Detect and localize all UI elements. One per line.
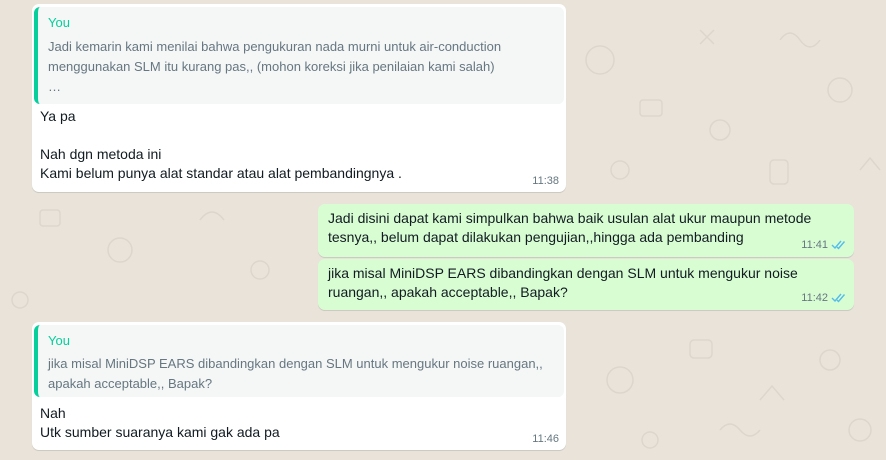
message-text-line: jika misal MiniDSP EARS dibandingkan den… <box>328 265 798 281</box>
message-bubble-incoming[interactable]: You Jadi kemarin kami menilai bahwa peng… <box>32 4 566 192</box>
quote-text-line: jika misal MiniDSP EARS dibandingkan den… <box>48 356 543 371</box>
message-bubble-outgoing[interactable]: jika misal MiniDSP EARS dibandingkan den… <box>318 259 854 310</box>
quote-text-line: menggunakan SLM itu kurang pas,, (mohon … <box>48 59 495 74</box>
quote-author: You <box>48 15 70 30</box>
message-text-line: ruangan,, apakah acceptable,, Bapak? <box>328 284 568 300</box>
message-text-line: Nah dgn metoda ini <box>40 146 162 162</box>
message-text-line: tesnya,, belum dapat dilakukan pengujian… <box>328 229 744 245</box>
message-text-line: Utk sumber suaranya kami gak ada pa <box>40 424 280 440</box>
message-timestamp: 11:38 <box>532 175 559 187</box>
message-text-line: Nah <box>40 405 66 421</box>
message-text-line: Ya pa <box>40 108 76 124</box>
double-check-icon <box>831 293 846 303</box>
quote-author: You <box>48 333 70 348</box>
quote-text-line: … <box>48 79 61 94</box>
message-bubble-outgoing[interactable]: Jadi disini dapat kami simpulkan bahwa b… <box>318 204 854 257</box>
quote-text-line: Jadi kemarin kami menilai bahwa pengukur… <box>48 39 502 54</box>
message-text-line: Jadi disini dapat kami simpulkan bahwa b… <box>328 210 812 226</box>
double-check-icon <box>831 240 846 250</box>
message-text-line: Kami belum punya alat standar atau alat … <box>40 165 402 181</box>
message-timestamp: 11:41 <box>801 239 828 251</box>
quoted-message[interactable]: You jika misal MiniDSP EARS dibandingkan… <box>34 325 564 397</box>
message-timestamp: 11:42 <box>801 292 828 304</box>
message-bubble-incoming[interactable]: You jika misal MiniDSP EARS dibandingkan… <box>32 322 566 450</box>
message-timestamp: 11:46 <box>532 433 559 445</box>
quoted-message[interactable]: You Jadi kemarin kami menilai bahwa peng… <box>34 7 564 104</box>
quote-text-line: apakah acceptable,, Bapak? <box>48 376 213 391</box>
